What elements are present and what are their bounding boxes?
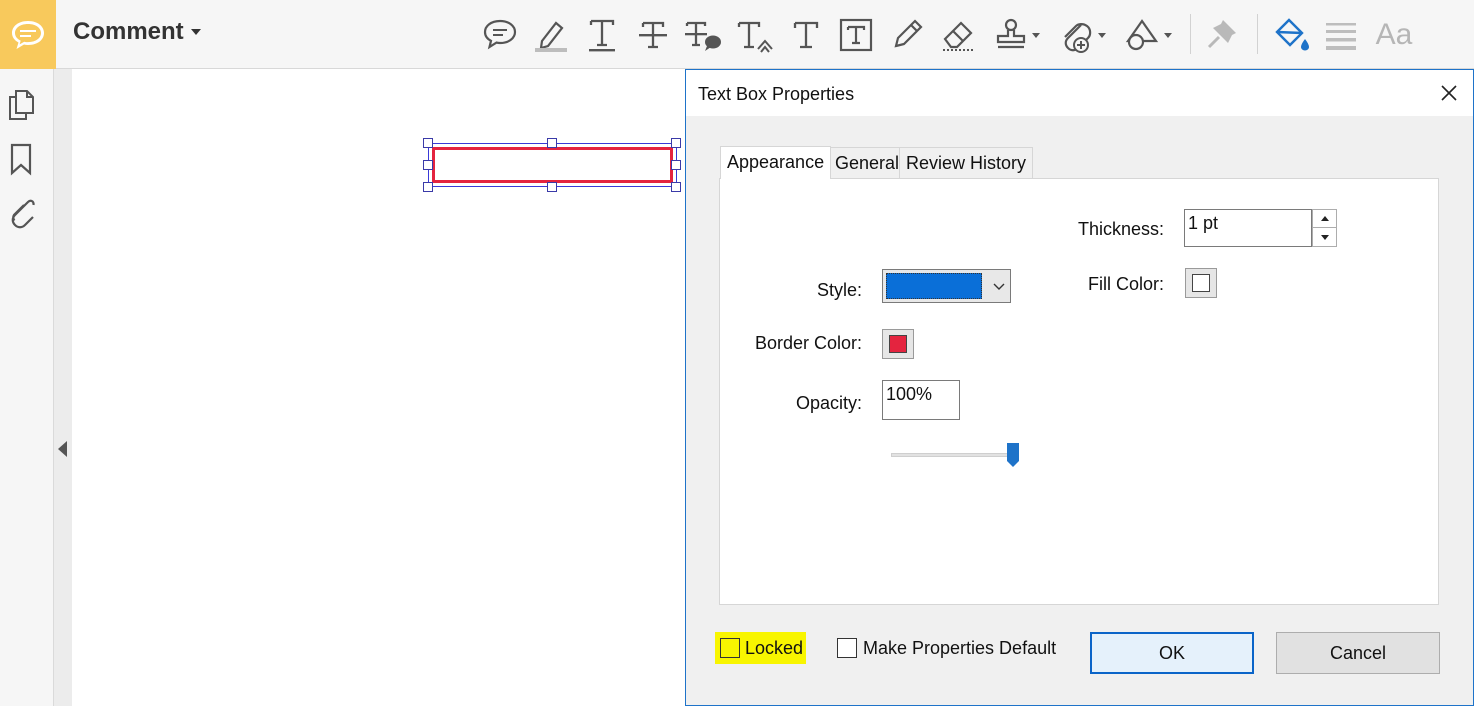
drawing-tools-icon <box>1125 19 1158 51</box>
text-box-properties-dialog: Text Box Properties Appearance General R… <box>685 69 1474 706</box>
pencil-icon <box>894 19 923 48</box>
strikethrough-tool[interactable] <box>636 12 670 58</box>
underline-text-icon <box>589 19 615 52</box>
pin-icon <box>1207 20 1236 49</box>
locked-label[interactable]: Locked <box>745 638 803 659</box>
resize-handle-bottom[interactable] <box>547 182 557 192</box>
pencil-tool[interactable] <box>888 12 926 58</box>
text-properties-icon: Aa <box>1375 18 1413 51</box>
top-toolbar: Comment Aa <box>0 0 1474 69</box>
resize-handle-left[interactable] <box>423 160 433 170</box>
style-swatch <box>886 273 982 299</box>
page-thumbnails-icon <box>9 90 34 120</box>
insert-text-icon <box>737 21 773 53</box>
attachments-icon <box>11 199 35 229</box>
attachments-button[interactable] <box>6 195 36 231</box>
sticky-note-icon <box>483 19 517 50</box>
fill-color-button[interactable] <box>1185 268 1217 298</box>
replace-text-icon <box>685 21 721 51</box>
underline-text-tool[interactable] <box>585 12 619 58</box>
stamp-tool[interactable] <box>992 12 1040 58</box>
text-box-tool[interactable] <box>838 12 874 58</box>
add-text-comment-icon <box>793 21 819 49</box>
opacity-slider-thumb[interactable] <box>1006 442 1020 468</box>
comment-tool-tile[interactable] <box>0 0 56 69</box>
left-navigation-pane <box>0 69 54 706</box>
opacity-label: Opacity: <box>795 393 862 413</box>
insert-text-tool[interactable] <box>736 12 776 58</box>
chevron-down-icon <box>1097 32 1106 38</box>
tab-appearance[interactable]: Appearance <box>720 146 832 179</box>
text-properties-tool[interactable]: Aa <box>1372 12 1416 58</box>
resize-handle-right[interactable] <box>671 160 681 170</box>
chevron-down-icon <box>190 29 201 35</box>
drawing-tools-tool[interactable] <box>1122 12 1172 58</box>
style-dropdown[interactable] <box>882 269 1011 303</box>
dialog-titlebar: Text Box Properties <box>686 70 1473 116</box>
chevron-down-icon <box>1163 32 1172 38</box>
fill-color-swatch <box>1192 274 1210 292</box>
chevron-down-icon <box>1031 32 1040 38</box>
border-color-label: Border Color: <box>754 333 862 353</box>
style-label: Style: <box>816 280 862 300</box>
toolbar-separator <box>1190 14 1191 54</box>
comment-title-text: Comment <box>73 18 184 45</box>
close-icon[interactable] <box>1438 82 1460 104</box>
resize-handle-bottom-left[interactable] <box>423 182 433 192</box>
text-box-annotation-border <box>432 147 673 183</box>
attach-file-icon <box>1063 23 1091 53</box>
eraser-icon <box>943 21 975 51</box>
locked-highlight[interactable]: Locked <box>715 632 806 664</box>
thickness-field[interactable]: 1 pt <box>1184 209 1312 247</box>
toolbar-separator <box>1257 14 1258 54</box>
pin-tool[interactable] <box>1204 12 1240 58</box>
replace-text-tool[interactable] <box>684 12 724 58</box>
chevron-up-icon <box>1320 216 1329 221</box>
bookmarks-button[interactable] <box>6 141 36 177</box>
thickness-stepper <box>1312 209 1337 247</box>
resize-handle-top-right[interactable] <box>671 138 681 148</box>
highlight-tool[interactable] <box>531 12 571 58</box>
make-properties-default-label[interactable]: Make Properties Default <box>863 638 1056 659</box>
thickness-label: Thickness: <box>1077 219 1164 239</box>
cancel-button[interactable]: Cancel <box>1276 632 1440 674</box>
tab-general[interactable]: General <box>828 147 907 179</box>
fill-color-tool[interactable] <box>1270 12 1312 58</box>
fill-color-icon <box>1275 18 1309 51</box>
comment-menu[interactable]: Comment <box>73 18 201 46</box>
sticky-note-tool[interactable] <box>481 12 519 58</box>
eraser-tool[interactable] <box>938 12 980 58</box>
comment-bubble-icon <box>12 20 44 49</box>
nav-pane-gutter <box>54 69 72 706</box>
thickness-increase-button[interactable] <box>1313 210 1336 228</box>
line-properties-tool[interactable] <box>1322 12 1360 58</box>
attach-file-tool[interactable] <box>1056 12 1106 58</box>
opacity-slider-track[interactable] <box>891 453 1015 457</box>
fill-color-label: Fill Color: <box>1087 274 1164 294</box>
resize-handle-top-left[interactable] <box>423 138 433 148</box>
thickness-decrease-button[interactable] <box>1313 228 1336 246</box>
line-properties-icon <box>1326 23 1356 50</box>
text-box-annotation[interactable] <box>428 143 677 187</box>
chevron-down-icon <box>993 283 1005 290</box>
add-text-comment-tool[interactable] <box>790 12 822 58</box>
resize-handle-top[interactable] <box>547 138 557 148</box>
dialog-title: Text Box Properties <box>698 84 855 104</box>
make-properties-default-checkbox[interactable] <box>837 638 857 658</box>
strikethrough-icon <box>639 21 667 49</box>
chevron-down-icon <box>1320 234 1329 240</box>
stamp-icon <box>996 18 1025 49</box>
text-box-icon <box>839 18 873 52</box>
page-thumbnails-button[interactable] <box>6 87 36 123</box>
ok-button[interactable]: OK <box>1090 632 1254 674</box>
resize-handle-bottom-right[interactable] <box>671 182 681 192</box>
bookmarks-icon <box>10 143 32 176</box>
opacity-field[interactable]: 100% <box>882 380 960 420</box>
tab-review-history[interactable]: Review History <box>899 147 1034 179</box>
border-color-swatch <box>889 335 907 353</box>
locked-checkbox[interactable] <box>720 638 740 658</box>
border-color-button[interactable] <box>882 329 914 359</box>
collapse-pane-arrow-icon[interactable] <box>58 441 67 457</box>
highlight-icon <box>535 21 567 52</box>
